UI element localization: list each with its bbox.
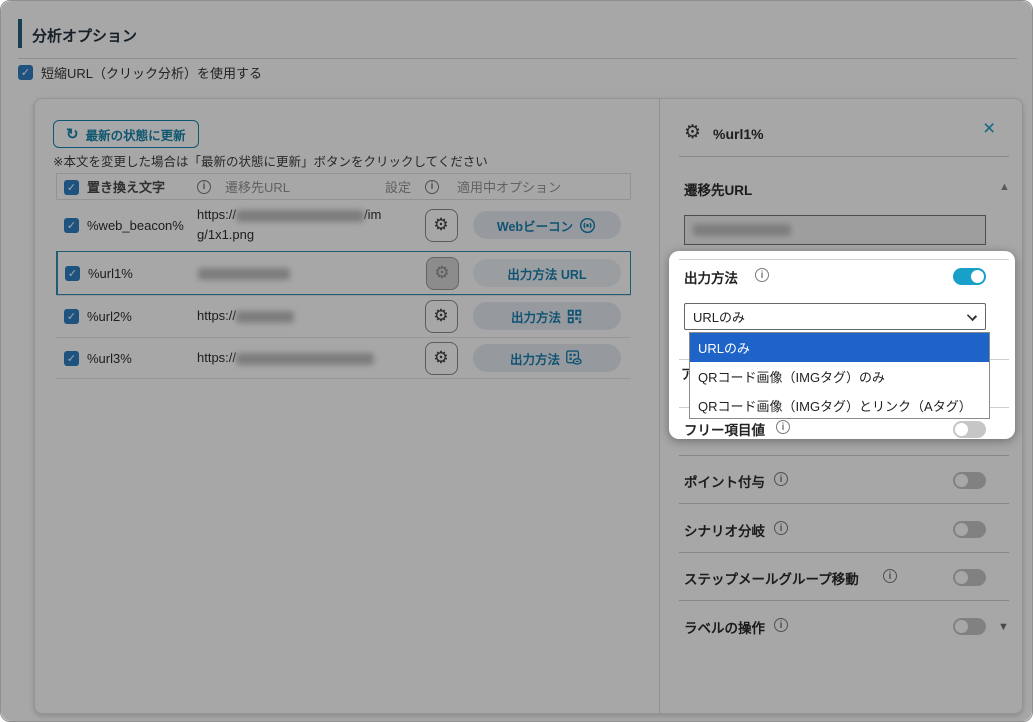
divider	[679, 259, 1009, 260]
output-method-dropdown: URLのみ QRコード画像（IMGタグ）のみ QRコード画像（IMGタグ）とリン…	[689, 332, 990, 419]
info-icon[interactable]: i	[755, 268, 769, 282]
dropdown-option-qr-only[interactable]: QRコード画像（IMGタグ）のみ	[690, 362, 989, 391]
output-method-label: 出力方法	[684, 267, 738, 287]
select-value: URLのみ	[693, 307, 745, 326]
dropdown-option-qr-and-link[interactable]: QRコード画像（IMGタグ）とリンク（Aタグ）	[690, 391, 989, 420]
chevron-down-icon	[967, 311, 977, 321]
free-item-section-label: フリー項目値	[684, 419, 765, 439]
output-method-select[interactable]: URLのみ	[684, 303, 986, 330]
output-method-toggle[interactable]	[953, 268, 986, 285]
info-icon[interactable]: i	[776, 420, 790, 434]
analysis-options-page: 分析オプション ✓ 短縮URL（クリック分析）を使用する ↻ 最新の状態に更新 …	[0, 0, 1033, 722]
dropdown-option-url-only[interactable]: URLのみ	[690, 333, 989, 362]
free-item-toggle[interactable]	[953, 421, 986, 438]
